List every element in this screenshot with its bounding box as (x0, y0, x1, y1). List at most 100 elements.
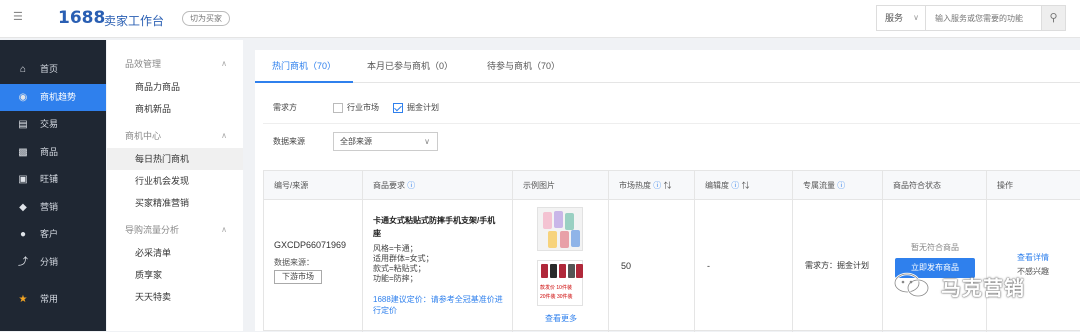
column-header-traffic: 专属流量 ⓘ (793, 171, 883, 200)
exclusive-traffic-value: 需求方：掘金计划 (805, 261, 869, 270)
suggested-price-link[interactable]: 1688建议定价：请参考全冠基准价进行定价 (373, 294, 503, 316)
sidebar-item-opportunity[interactable]: ◉ 商机趋势 (0, 83, 106, 111)
sidebar-item-label: 商机趋势 (40, 91, 77, 102)
subnav-group-title: 导购流量分析 (125, 225, 180, 235)
wechat-icon (893, 272, 930, 298)
sidebar-item-label: 首页 (40, 64, 59, 74)
shop-icon: ▣ (18, 174, 28, 185)
cell-action: 查看详情 不感兴趣 (987, 200, 1080, 332)
search-scope-select[interactable]: 服务 ∨ (877, 6, 926, 30)
product-title: 卡通女式粘贴式防摔手机支架/手机座 (373, 216, 496, 238)
see-more-link[interactable]: 查看更多 (545, 313, 577, 324)
column-header-requirement: 商品要求 ⓘ (363, 171, 513, 200)
column-header-code: 编号/来源 (264, 171, 363, 200)
chevron-up-icon: ∧ (221, 225, 227, 234)
view-details-link[interactable]: 查看详情 (1017, 252, 1049, 263)
column-header-status: 商品符合状态 (883, 171, 987, 200)
chevron-down-icon: ∨ (913, 13, 919, 22)
subnav-item-daily-sale[interactable]: 天天特卖 (107, 286, 243, 308)
sidebar-item-home[interactable]: ⌂ 首页 (0, 56, 106, 84)
subnav-item-buyer-marketing[interactable]: 买家精准营销 (107, 192, 243, 214)
subnav-item-product-power[interactable]: 商品力商品 (107, 76, 243, 98)
source-label: 数据来源： (274, 258, 314, 267)
tab-bar: 热门商机（70） 本月已参与商机（0） 待参与商机（70） (255, 50, 1080, 83)
logo-title: 卖家工作台 (104, 14, 165, 28)
sub-navigation: 品效管理 ∧ 商品力商品 商机新品 商机中心 ∧ 每日热门商机 行业机会发现 买… (107, 40, 243, 331)
chevron-up-icon: ∧ (221, 59, 227, 68)
sidebar-item-label: 营销 (40, 201, 59, 212)
sidebar-item-label: 交易 (40, 119, 59, 129)
filter-label-source: 数据来源 (273, 137, 305, 146)
sidebar-item-label: 商品 (40, 146, 59, 157)
search-icon[interactable]: ⚲ (1041, 6, 1065, 30)
cell-requirement: 卡通女式粘贴式防摔手机支架/手机座 风格=卡通； 适用群体=女式； 款式=粘贴式… (363, 200, 513, 332)
distribution-icon: ⤴ (18, 256, 28, 268)
sidebar-item-label: 常用 (40, 294, 59, 304)
tab-pending[interactable]: 待参与商机（70） (487, 50, 560, 83)
subnav-item-industry-discovery[interactable]: 行业机会发现 (107, 170, 243, 192)
info-icon[interactable]: ⓘ (407, 181, 415, 190)
info-icon[interactable]: ⓘ (837, 181, 845, 190)
subnav-item-must-buy[interactable]: 必采清单 (107, 242, 243, 264)
sidebar-item-favorites[interactable]: ★ 常用 (0, 286, 106, 314)
subnav-item-new-product[interactable]: 商机新品 (107, 98, 243, 120)
sort-icon[interactable]: ⇅ (663, 181, 671, 190)
subnav-item-daily-hot[interactable]: 每日热门商机 (107, 148, 243, 170)
column-header-heat[interactable]: 市场热度 ⓘ ⇅ (609, 171, 695, 200)
tab-hot-opportunities[interactable]: 热门商机（70） (255, 50, 353, 83)
menu-toggle-icon[interactable]: ☰ (13, 12, 25, 23)
tab-joined-this-month[interactable]: 本月已参与商机（0） (367, 50, 453, 83)
sidebar-item-trade[interactable]: ▤ 交易 (0, 111, 106, 139)
tag-icon: ◆ (19, 201, 27, 213)
search-input[interactable] (927, 6, 1042, 30)
market-heat-value: 50 (621, 261, 632, 271)
checkbox-gold-plan[interactable] (393, 103, 403, 113)
source-badge: 下游市场 (274, 270, 322, 284)
sidebar-item-label: 客户 (40, 229, 59, 239)
sidebar-item-shop[interactable]: ▣ 旺铺 (0, 166, 106, 194)
subnav-item-quality[interactable]: 质享家 (107, 264, 243, 286)
source-select[interactable]: 全部来源 ∨ (333, 132, 438, 151)
product-attributes: 风格=卡通； 适用群体=女式； 款式=粘贴式； 功能=防摔； (373, 244, 434, 283)
table-header: 编号/来源 商品要求 ⓘ 示例图片 市场热度 ⓘ ⇅ 编辑度 ⓘ ⇅ 专属流量 … (264, 171, 1080, 200)
search-scope-label: 服务 (885, 13, 904, 23)
source-select-value: 全部来源 (340, 137, 372, 146)
trade-icon: ▤ (18, 119, 28, 130)
checkbox-industry-market[interactable] (333, 103, 343, 113)
top-bar: ☰ 1688 卖家工作台 切为买家 服务 ∨ ⚲ (0, 0, 1080, 38)
sidebar-item-product[interactable]: ▩ 商品 (0, 139, 106, 167)
logo-1688[interactable]: 1688 (58, 8, 105, 28)
product-icon: ▩ (18, 146, 28, 158)
sidebar-item-customer[interactable]: ● 客户 (0, 221, 106, 249)
home-icon: ⌂ (19, 64, 27, 75)
watermark: 马克营销 (893, 268, 1078, 308)
sort-icon[interactable]: ⇅ (741, 181, 749, 190)
info-icon[interactable]: ⓘ (653, 181, 661, 190)
user-icon: ● (19, 229, 27, 240)
cell-traffic: 需求方：掘金计划 (793, 200, 883, 332)
image-caption: 20件装 30件装 (540, 294, 573, 300)
cell-edit: - (695, 200, 793, 332)
checkbox-label: 掘金计划 (407, 103, 439, 112)
column-header-image: 示例图片 (513, 171, 609, 200)
filter-label-demand: 需求方 (273, 103, 297, 112)
subnav-group-efficiency[interactable]: 品效管理 ∧ (107, 52, 243, 76)
switch-to-buyer-button[interactable]: 切为买家 (182, 11, 230, 26)
subnav-group-title: 品效管理 (125, 59, 162, 69)
example-image-2[interactable]: 款发价 10件装 20件装 30件装 (537, 260, 583, 306)
example-image-1[interactable] (537, 207, 583, 251)
sidebar-item-marketing[interactable]: ◆ 营销 (0, 194, 106, 222)
subnav-group-opportunity-center[interactable]: 商机中心 ∧ (107, 124, 243, 148)
subnav-group-title: 商机中心 (125, 131, 162, 141)
info-icon[interactable]: ⓘ (731, 181, 739, 190)
cell-image: 款发价 10件装 20件装 30件装 查看更多 (513, 200, 609, 332)
sidebar-item-distribution[interactable]: ⤴ 分销 (0, 249, 106, 277)
image-caption: 款发价 10件装 (540, 285, 572, 291)
status-note: 暂无符合商品 (911, 243, 959, 252)
watermark-text: 马克营销 (941, 278, 1025, 300)
column-header-edit[interactable]: 编辑度 ⓘ ⇅ (695, 171, 793, 200)
cell-code: GXCDP66071969 数据来源： 下游市场 (264, 200, 363, 332)
edit-degree-value: - (707, 261, 710, 271)
star-icon: ★ (18, 294, 28, 305)
subnav-group-traffic-analysis[interactable]: 导购流量分析 ∧ (107, 218, 243, 242)
